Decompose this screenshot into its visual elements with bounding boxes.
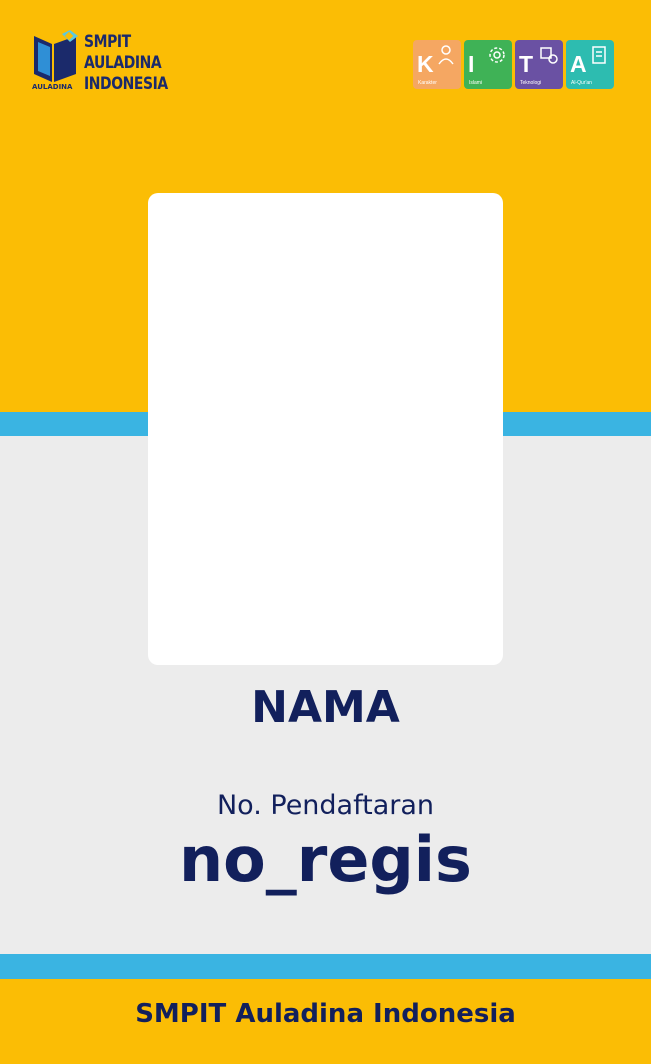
kita-letter: T <box>519 51 534 77</box>
gear-icon <box>489 47 505 63</box>
registration-label: No. Pendaftaran <box>216 790 435 821</box>
kita-letter: A <box>570 51 587 77</box>
logo-mark-caption: AULADINA <box>32 83 73 91</box>
kita-letter: I <box>468 51 475 77</box>
kita-tile-islami: I Islami <box>464 40 512 89</box>
student-name: NAMA <box>251 682 400 733</box>
logo-line-2: AULADINA <box>84 53 162 73</box>
kita-caption: Islami <box>469 80 483 86</box>
logo-line-3: INDONESIA <box>84 74 168 94</box>
logo-line-1: SMPIT <box>84 32 131 52</box>
kita-tile-alquran: A Al-Qur'an <box>566 40 614 89</box>
bottom-stripe <box>0 954 651 979</box>
footer-school-name: SMPIT Auladina Indonesia <box>135 999 516 1029</box>
kita-tile-teknologi: T Teknologi <box>515 40 563 89</box>
kita-caption: Al-Qur'an <box>571 80 592 86</box>
kita-tile-karakter: K Karakter <box>413 40 461 89</box>
registration-number: no_regis <box>179 823 472 896</box>
kita-caption: Teknologi <box>520 80 542 86</box>
kita-letter: K <box>417 51 434 77</box>
kita-badge-group: K Karakter I Islami T Teknologi A Al-Qur… <box>413 40 617 89</box>
person-icon <box>438 45 454 65</box>
book-icon <box>592 46 606 64</box>
chip-icon <box>540 47 558 64</box>
school-logo: AULADINA SMPIT AULADINA INDONESIA <box>32 30 172 100</box>
photo-placeholder <box>148 193 503 665</box>
kita-caption: Karakter <box>418 80 437 86</box>
logo-wordmark: SMPIT AULADINA INDONESIA <box>84 32 174 95</box>
